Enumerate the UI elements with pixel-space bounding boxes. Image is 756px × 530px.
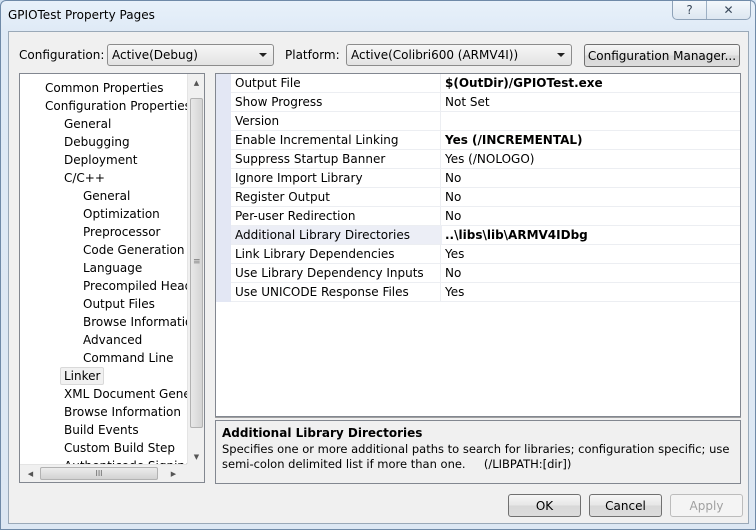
tree-item[interactable]: Code Generation (83, 241, 184, 259)
property-row[interactable]: Suppress Startup Banner Yes (/NOLOGO) (231, 150, 740, 169)
property-name: Version (231, 112, 441, 130)
property-name: Use UNICODE Response Files (231, 283, 441, 301)
property-value[interactable]: Yes (/INCREMENTAL) (442, 131, 740, 149)
chevron-down-icon (557, 53, 565, 57)
description-line-2: semi-colon delimited list if more than o… (222, 457, 572, 471)
tree-item[interactable]: Common Properties (45, 79, 164, 97)
property-name: Register Output (231, 188, 441, 206)
splitter[interactable] (215, 417, 741, 419)
description-line-1: Specifies one or more additional paths t… (222, 442, 730, 456)
tree-item[interactable]: General (83, 187, 130, 205)
tree-item[interactable]: C/C++ (64, 169, 105, 187)
tree-item[interactable]: Configuration Properties (45, 97, 188, 115)
close-icon: ✕ (723, 3, 734, 17)
tree-item[interactable]: Build Events (64, 421, 139, 439)
property-value[interactable]: No (442, 207, 740, 225)
tree-item[interactable]: Language (83, 259, 142, 277)
property-tree: Common Properties Configuration Propertie… (19, 73, 205, 483)
property-name: Link Library Dependencies (231, 245, 441, 263)
help-button[interactable]: ? (673, 1, 706, 19)
property-row[interactable]: Additional Library Directories ..\libs\li… (231, 226, 740, 245)
property-value[interactable] (442, 112, 740, 130)
tree-item[interactable]: Command Line (83, 349, 174, 367)
property-row[interactable]: Version (231, 112, 740, 131)
property-grid: Output File $(OutDir)/GPIOTest.exe Show Pr… (215, 73, 741, 417)
grid-gutter (216, 74, 231, 302)
property-name: Suppress Startup Banner (231, 150, 441, 168)
property-value[interactable]: Not Set (442, 93, 740, 111)
tree-vertical-scrollbar[interactable]: ▲ ≡ ▼ (187, 74, 204, 465)
property-value[interactable]: $(OutDir)/GPIOTest.exe (442, 74, 740, 92)
description-panel: Additional Library Directories Specifies… (215, 420, 741, 484)
tree-items: Common Properties Configuration Propertie… (20, 76, 188, 466)
property-row[interactable]: Link Library Dependencies Yes (231, 245, 740, 264)
horizontal-scroll-thumb[interactable]: III (40, 467, 158, 480)
caption-buttons: ? ✕ (672, 1, 751, 20)
description-title: Additional Library Directories (222, 426, 423, 440)
configuration-value: Active(Debug) (112, 48, 198, 62)
property-name: Per-user Redirection (231, 207, 441, 225)
scroll-left-icon[interactable]: ◀ (22, 465, 39, 482)
tree-item[interactable]: Debugging (64, 133, 130, 151)
tree-item[interactable]: Custom Build Step (64, 439, 175, 457)
chevron-down-icon (259, 53, 267, 57)
property-row[interactable]: Use UNICODE Response Files Yes (231, 283, 740, 302)
dialog-client-area: Configuration: Active(Debug) Platform: A… (8, 31, 749, 524)
tree-item[interactable]: General (64, 115, 111, 133)
vertical-scroll-thumb[interactable]: ≡ (190, 98, 203, 428)
property-name: Additional Library Directories (231, 226, 441, 244)
help-icon: ? (686, 3, 693, 17)
property-name: Use Library Dependency Inputs (231, 264, 441, 282)
tree-item[interactable]: Browse Information (83, 313, 188, 331)
property-value[interactable]: No (442, 188, 740, 206)
property-name: Ignore Import Library (231, 169, 441, 187)
grip-icon: ≡ (193, 257, 201, 267)
property-row[interactable]: Use Library Dependency Inputs No (231, 264, 740, 283)
scroll-down-icon[interactable]: ▼ (188, 448, 204, 465)
property-row[interactable]: Output File $(OutDir)/GPIOTest.exe (231, 74, 740, 93)
configuration-manager-button[interactable]: Configuration Manager... (584, 44, 740, 67)
scrollbar-corner (187, 464, 204, 482)
ok-button[interactable]: OK (508, 494, 581, 517)
property-value[interactable]: Yes (/NOLOGO) (442, 150, 740, 168)
property-row[interactable]: Enable Incremental Linking Yes (/INCREMEN… (231, 131, 740, 150)
property-row[interactable]: Ignore Import Library No (231, 169, 740, 188)
close-button[interactable]: ✕ (706, 1, 750, 19)
scroll-up-icon[interactable]: ▲ (188, 74, 204, 91)
property-value[interactable]: Yes (442, 245, 740, 263)
tree-item[interactable]: Optimization (83, 205, 160, 223)
tree-item[interactable]: XML Document Generator (64, 385, 188, 403)
property-value[interactable]: ..\libs\lib\ARMV4IDbg (442, 226, 740, 244)
property-row[interactable]: Register Output No (231, 188, 740, 207)
property-pages-window: GPIOTest Property Pages ? ✕ Configuratio… (0, 0, 756, 530)
tree-item[interactable]: Output Files (83, 295, 155, 313)
property-row[interactable]: Per-user Redirection No (231, 207, 740, 226)
property-name: Show Progress (231, 93, 441, 111)
property-name: Enable Incremental Linking (231, 131, 441, 149)
cancel-button[interactable]: Cancel (589, 494, 662, 517)
property-value[interactable]: No (442, 264, 740, 282)
window-title: GPIOTest Property Pages (8, 8, 155, 22)
platform-dropdown[interactable]: Active(Colibri600 (ARMV4I)) (346, 44, 572, 66)
configuration-label: Configuration: (19, 48, 105, 62)
tree-item[interactable]: Linker (60, 367, 105, 385)
apply-button[interactable]: Apply (670, 494, 743, 517)
title-bar: GPIOTest Property Pages ? ✕ (1, 1, 755, 31)
tree-item[interactable]: Browse Information (64, 403, 181, 421)
tree-item[interactable]: Advanced (83, 331, 142, 349)
tree-horizontal-scrollbar[interactable]: ◀ III ▶ (20, 464, 188, 482)
property-value[interactable]: Yes (442, 283, 740, 301)
scroll-right-icon[interactable]: ▶ (165, 465, 182, 482)
property-name: Output File (231, 74, 441, 92)
platform-value: Active(Colibri600 (ARMV4I)) (351, 48, 519, 62)
property-value[interactable]: No (442, 169, 740, 187)
tree-item[interactable]: Preprocessor (83, 223, 160, 241)
tree-item[interactable]: Deployment (64, 151, 137, 169)
property-row[interactable]: Show Progress Not Set (231, 93, 740, 112)
grip-icon: III (95, 469, 103, 478)
configuration-dropdown[interactable]: Active(Debug) (107, 44, 274, 66)
tree-item[interactable]: Precompiled Headers (83, 277, 188, 295)
platform-label: Platform: (285, 48, 340, 62)
